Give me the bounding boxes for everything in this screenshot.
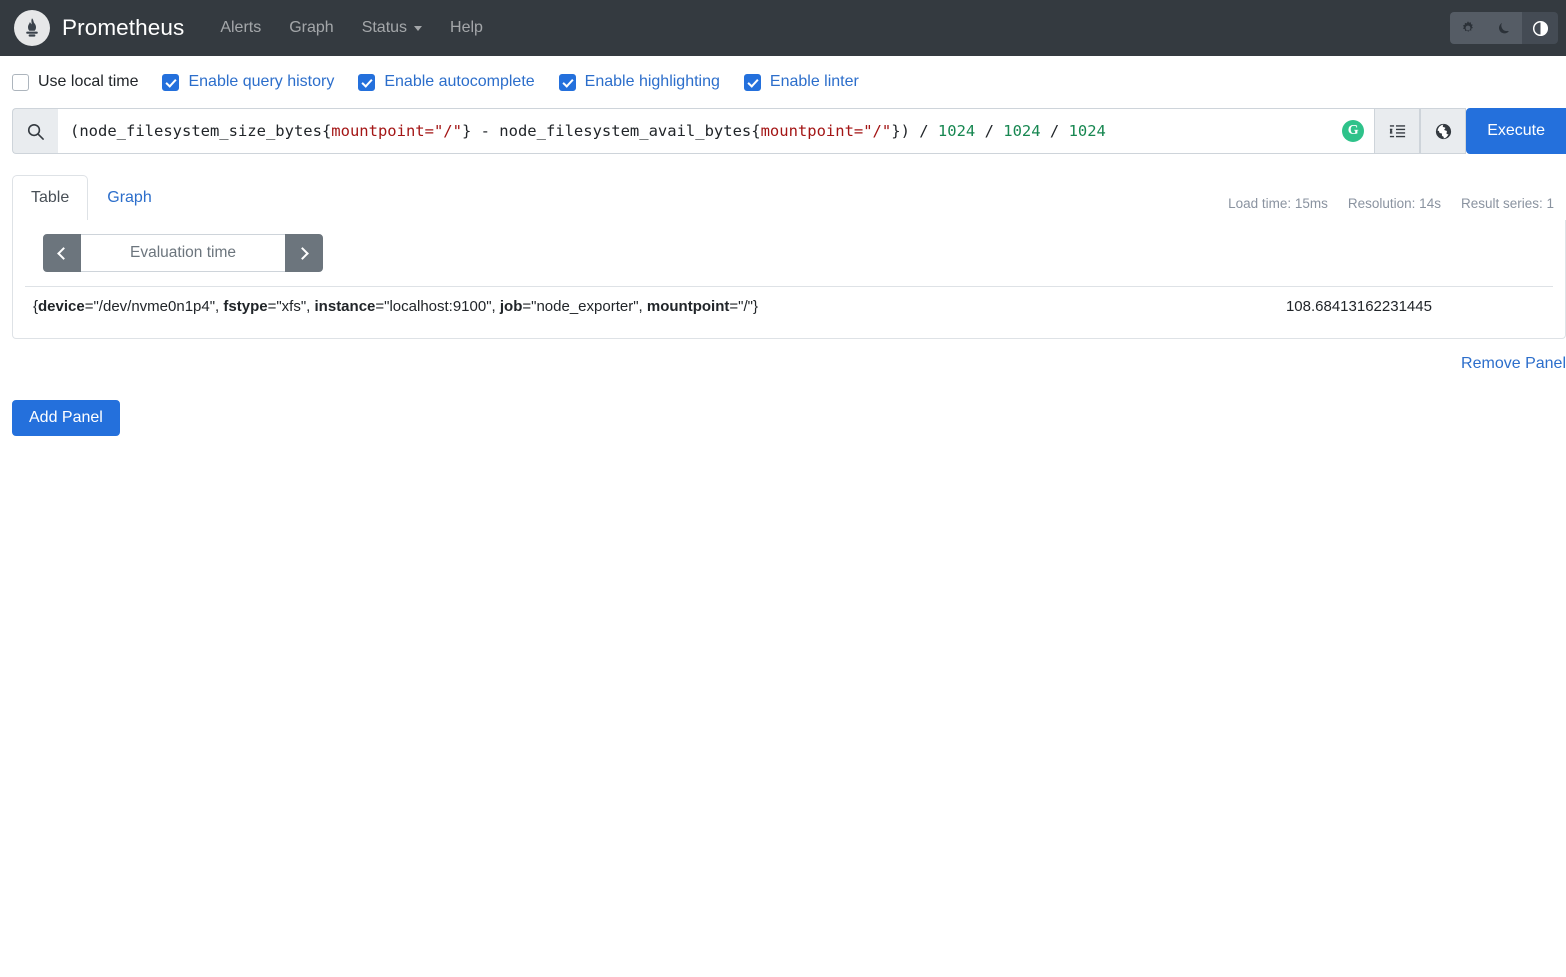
stat-load-time: Load time: 15ms — [1228, 196, 1328, 211]
tabs-underline — [12, 219, 1554, 220]
label-key-fstype: fstype — [223, 298, 268, 315]
use-local-time-checkbox[interactable] — [12, 73, 29, 91]
execute-button[interactable]: Execute — [1466, 108, 1566, 154]
promql-token-1: mountpoint="/" — [331, 122, 462, 140]
grammarly-icon[interactable]: G — [1342, 120, 1365, 142]
dark-theme-button[interactable] — [1486, 12, 1522, 44]
promql-token-3: mountpoint="/" — [760, 122, 892, 140]
stat-result-series: Result series: 1 — [1460, 196, 1554, 211]
option-use-local-time[interactable]: Use local time — [12, 73, 138, 91]
remove-panel-link[interactable]: Remove Panel — [1461, 355, 1566, 372]
promql-token-4: }) / — [891, 122, 938, 140]
use-local-time-label: Use local time — [38, 73, 139, 90]
result-table: {device="/dev/nvme0n1p4", fstype="xfs", … — [25, 286, 1553, 326]
stat-resolution: Resolution: 14s — [1347, 196, 1441, 211]
option-enable-linter[interactable]: Enable linter — [743, 73, 859, 91]
label-value-mountpoint: "/" — [738, 298, 753, 315]
evaluation-time-control: Evaluation time — [43, 234, 323, 272]
option-enable-query-history[interactable]: Enable query history — [162, 73, 334, 91]
moon-icon — [1499, 23, 1509, 34]
nav-link-status-label: Status — [361, 19, 408, 36]
query-panel: (node_filesystem_size_bytes{mountpoint="… — [0, 108, 1566, 373]
query-stats: Load time: 15ms Resolution: 14s Result s… — [1228, 196, 1554, 211]
nav-links: Alerts Graph Status Help — [206, 11, 497, 45]
promql-token-5: 1024 — [937, 122, 976, 140]
option-enable-highlighting[interactable]: Enable highlighting — [558, 73, 720, 91]
nav-link-help-label: Help — [450, 19, 483, 36]
promql-token-8: / — [1040, 122, 1069, 140]
enable-linter-checkbox[interactable] — [743, 73, 761, 91]
options-row: Use local time Enable query history Enab… — [0, 56, 1566, 91]
promql-expression: (node_filesystem_size_bytes{mountpoint="… — [70, 109, 1106, 153]
search-icon — [27, 123, 44, 140]
explain-query-button[interactable] — [1420, 108, 1467, 154]
promql-token-9: 1024 — [1068, 122, 1106, 140]
label-value-device: "/dev/nvme0n1p4" — [93, 298, 216, 315]
enable-linter-label: Enable linter — [769, 73, 859, 90]
table-cell-metric: {device="/dev/nvme0n1p4", fstype="xfs", … — [25, 286, 1278, 326]
promql-token-2: } - node_filesystem_avail_bytes{ — [461, 122, 761, 140]
label-key-mountpoint: mountpoint — [646, 298, 730, 315]
evaluation-time-placeholder: Evaluation time — [130, 244, 236, 261]
evaluation-time-input[interactable]: Evaluation time — [81, 234, 285, 272]
chevron-down-icon — [414, 25, 423, 31]
add-panel-button[interactable]: Add Panel — [12, 400, 120, 436]
prometheus-logo-icon — [14, 10, 50, 46]
evaluation-time-next-button[interactable] — [285, 234, 323, 272]
remove-panel-row: Remove Panel — [12, 355, 1566, 373]
label-value-fstype: "xfs" — [276, 298, 307, 315]
label-value-job: "node_exporter" — [531, 298, 639, 315]
query-input-group: (node_filesystem_size_bytes{mountpoint="… — [12, 108, 1566, 154]
nav-link-alerts-label: Alerts — [220, 19, 262, 36]
chevron-left-icon — [57, 246, 70, 260]
result-tabs: Table Graph — [12, 175, 171, 220]
theme-toggle-group — [1450, 12, 1558, 44]
label-key-device: device — [38, 298, 85, 315]
enable-highlighting-checkbox[interactable] — [558, 73, 576, 91]
promql-token-6: / — [975, 122, 1004, 140]
table-row[interactable]: {device="/dev/nvme0n1p4", fstype="xfs", … — [25, 286, 1553, 326]
tab-graph[interactable]: Graph — [88, 175, 170, 220]
navbar: Prometheus Alerts Graph Status Help — [0, 0, 1566, 56]
nav-link-alerts[interactable]: Alerts — [206, 11, 275, 45]
table-cell-value: 108.68413162231445 — [1277, 286, 1553, 326]
enable-autocomplete-label: Enable autocomplete — [384, 73, 535, 90]
enable-autocomplete-checkbox[interactable] — [358, 73, 376, 91]
brand-name: Prometheus — [62, 15, 185, 40]
format-indent-icon — [1389, 124, 1405, 137]
gear-icon — [1463, 21, 1473, 32]
nav-link-status[interactable]: Status — [348, 11, 436, 45]
result-tabs-header: Table Graph Load time: 15ms Resolution: … — [12, 174, 1554, 220]
label-key-job: job — [499, 298, 523, 315]
nav-link-help[interactable]: Help — [436, 11, 497, 45]
globe-icon — [1435, 123, 1451, 139]
brand-link[interactable]: Prometheus — [14, 10, 184, 46]
auto-theme-button[interactable] — [1522, 12, 1558, 44]
promql-token-0: (node_filesystem_size_bytes{ — [70, 122, 332, 140]
enable-highlighting-label: Enable highlighting — [584, 73, 720, 90]
enable-query-history-checkbox[interactable] — [162, 73, 180, 91]
half-circle-icon — [1532, 20, 1548, 36]
format-query-button[interactable] — [1374, 108, 1421, 154]
table-tab-content: Evaluation time {device="/dev/nvme0n1p4"… — [12, 220, 1566, 339]
light-theme-button[interactable] — [1450, 12, 1486, 44]
evaluation-time-prev-button[interactable] — [43, 234, 81, 272]
enable-query-history-label: Enable query history — [188, 73, 335, 90]
nav-link-graph-label: Graph — [289, 19, 334, 36]
search-icon-wrap — [12, 108, 58, 154]
promql-editor[interactable]: (node_filesystem_size_bytes{mountpoint="… — [58, 108, 1375, 154]
tab-table[interactable]: Table — [12, 175, 89, 220]
label-value-instance: "localhost:9100" — [384, 298, 492, 315]
add-panel-row: Add Panel — [0, 400, 1566, 436]
promql-token-7: 1024 — [1003, 122, 1041, 140]
chevron-right-icon — [296, 246, 309, 260]
option-enable-autocomplete[interactable]: Enable autocomplete — [358, 73, 535, 91]
label-key-instance: instance — [314, 298, 376, 315]
nav-link-graph[interactable]: Graph — [275, 11, 347, 45]
